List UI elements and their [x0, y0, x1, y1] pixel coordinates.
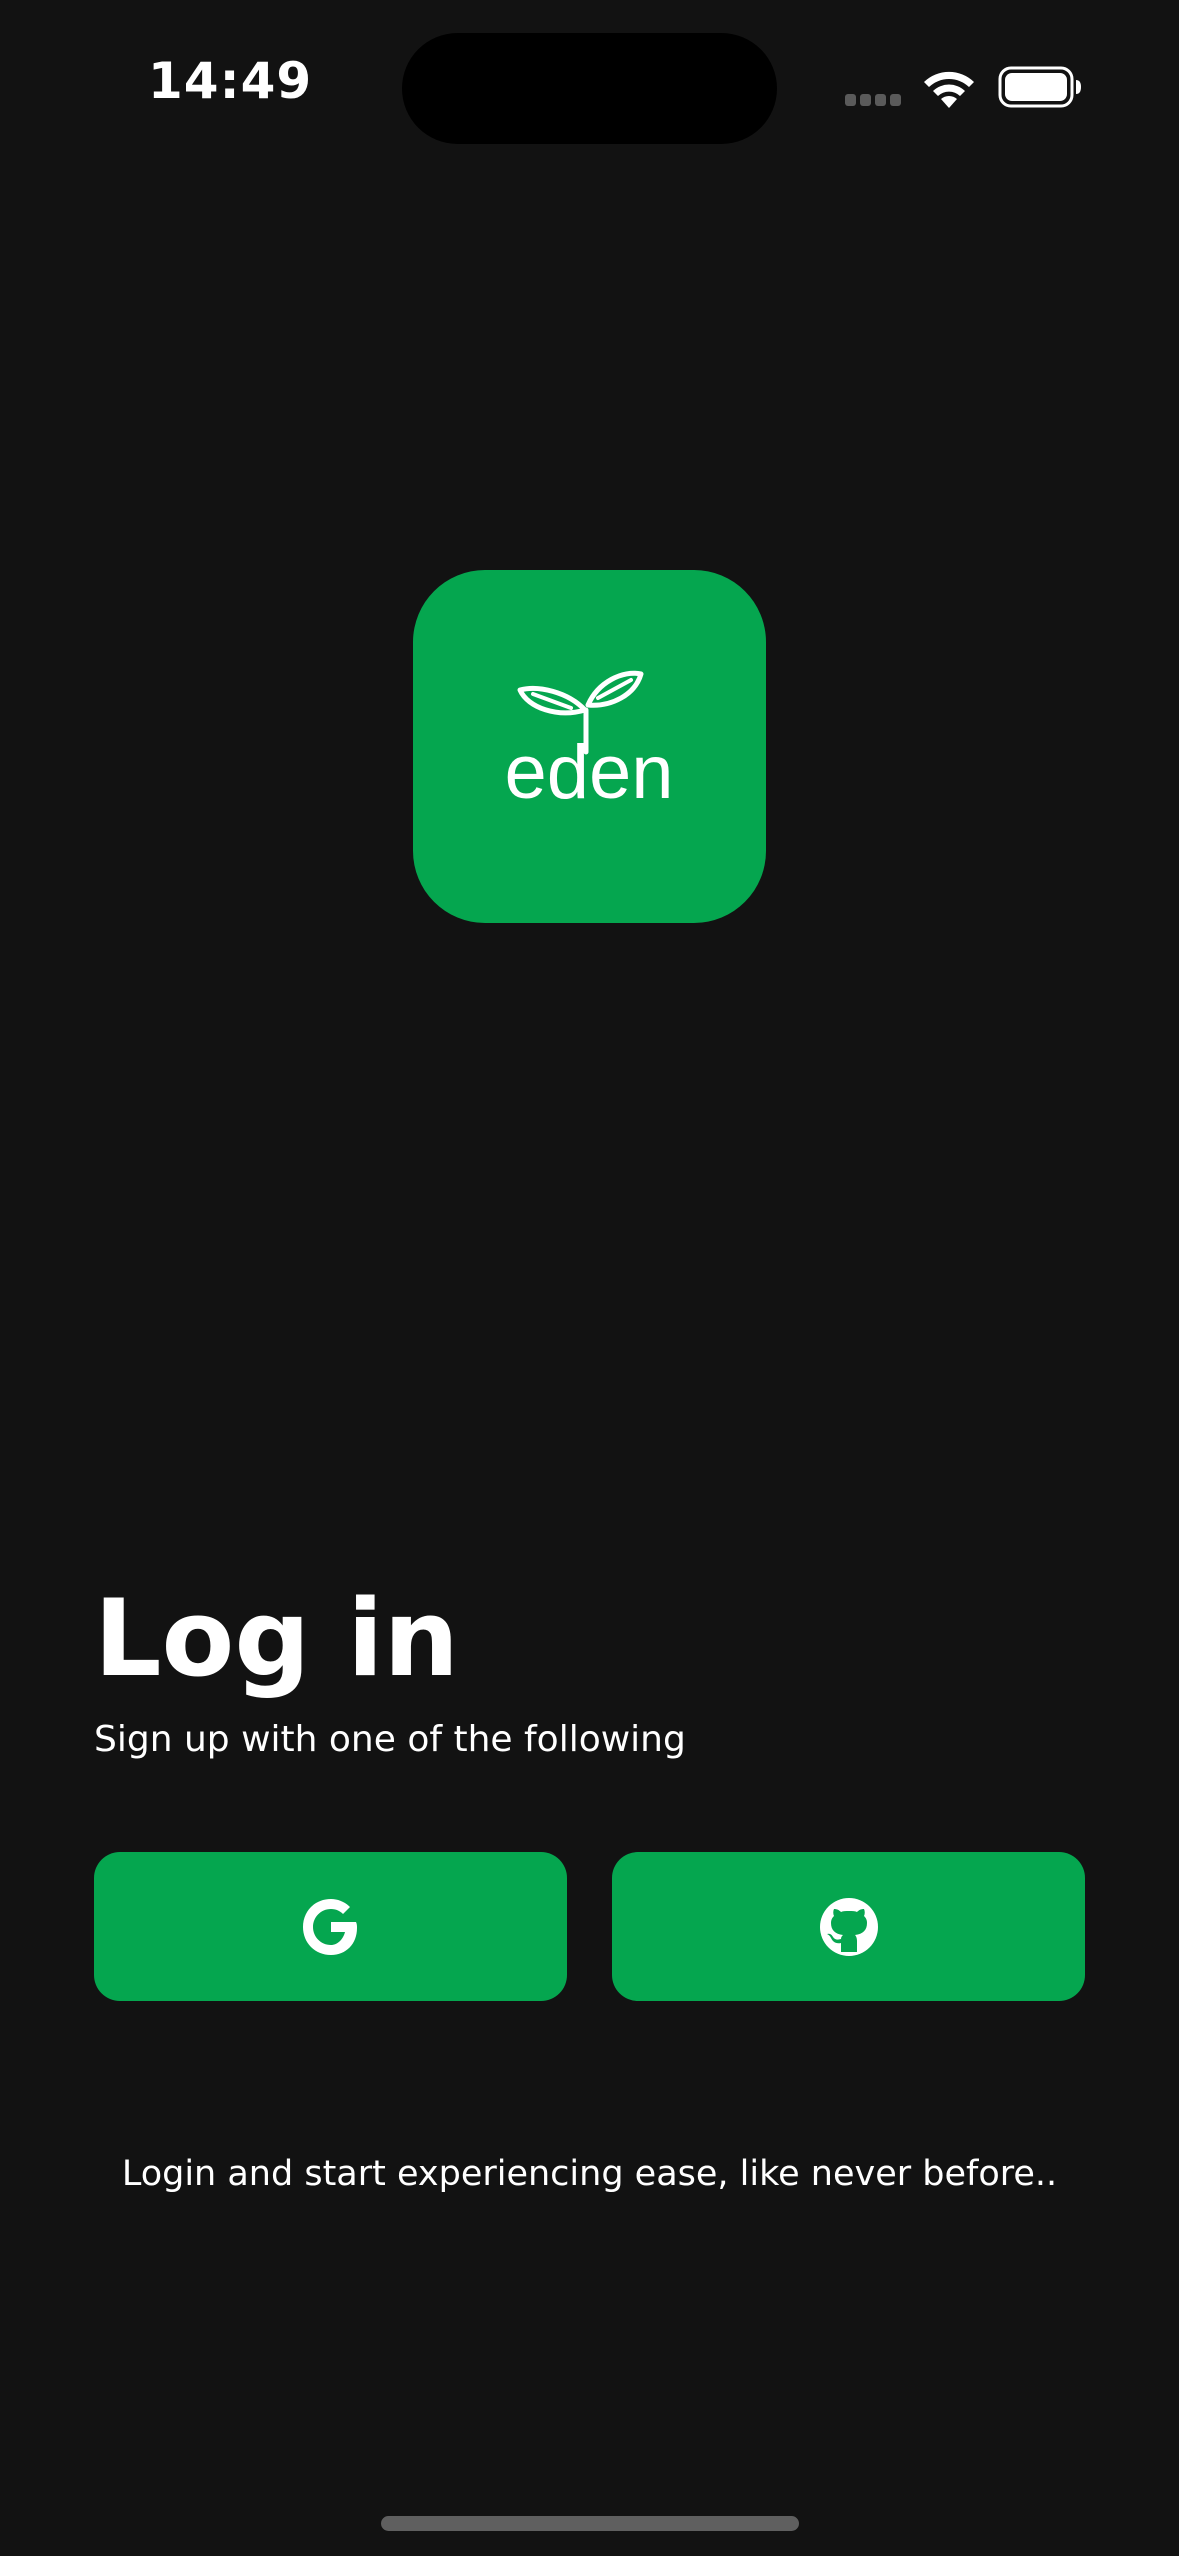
github-login-button[interactable] — [612, 1852, 1085, 2001]
signal-icon — [845, 94, 901, 106]
login-screen: 14:49 eden Log in Sign up with one of th… — [0, 0, 1179, 2556]
sprout-icon: eden — [504, 670, 674, 815]
status-time: 14:49 — [148, 52, 313, 110]
github-icon — [820, 1898, 878, 1956]
app-logo: eden — [413, 570, 766, 923]
battery-icon — [998, 66, 1081, 108]
dynamic-island — [402, 33, 777, 144]
wifi-icon — [924, 71, 974, 108]
page-title: Log in — [94, 1577, 459, 1700]
google-login-button[interactable] — [94, 1852, 567, 2001]
tagline: Login and start experiencing ease, like … — [121, 2154, 1058, 2194]
logo-wordmark: eden — [504, 730, 673, 815]
google-icon — [303, 1899, 357, 1955]
login-subtitle: Sign up with one of the following — [94, 1719, 686, 1760]
home-indicator[interactable] — [381, 2516, 799, 2531]
